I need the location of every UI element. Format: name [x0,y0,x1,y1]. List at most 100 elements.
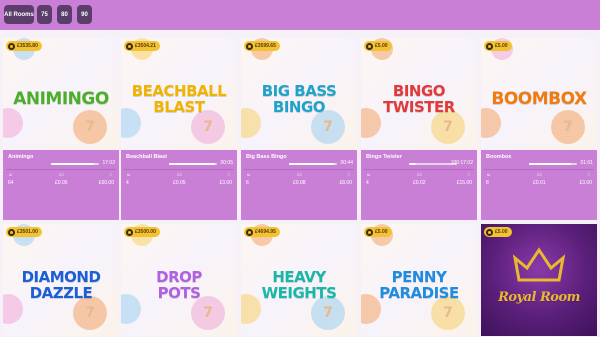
divider [244,169,354,170]
players-count: 64 [8,180,14,186]
countdown-timer: 100:17:02 [450,160,473,166]
room-info-panel: Big Bass Bingo00:44☺6▭£0.08♢£8.00Play No… [241,150,357,220]
divider [6,169,116,170]
person-icon: ☺ [486,172,492,178]
room-name: Boombox [486,154,512,160]
room-artwork[interactable]: 7 BINGO TWISTER £5.00 [361,38,477,150]
trophy-icon: ♢ [466,172,471,178]
jackpot-badge: £5.00 [484,41,512,51]
room-card[interactable]: 7 HEAVY WEIGHTS £4694.95 [241,224,357,337]
jackpot-amount: £3535.80 [17,43,38,49]
ticket-price: £0.08 [293,180,306,186]
room-card[interactable]: 7 DIAMOND DAZZLE £3501.00 [3,224,119,337]
room-info-panel: Beachball Blast00:05☺4▭£0.05♢£3.00Play N… [121,150,237,220]
players-count: 4 [126,180,129,186]
divider [124,169,234,170]
room-card[interactable]: 7 BINGO TWISTER £5.00 Bingo Twister 100:17:02… [361,38,477,220]
game-logo-text: BLAST [153,98,205,116]
room-card[interactable]: 7 BEACHBALL BLAST £3504.21 Beachball Blast 00… [121,38,237,220]
countdown-progress-fill [51,163,95,165]
countdown-timer: 00:44 [340,160,353,166]
game-logo-text: DAZZLE [29,284,93,302]
room-name: Big Bass Bingo [246,154,287,160]
countdown-timer: 17:02 [102,160,115,166]
room-artwork[interactable]: 7 BOOMBOX £5.00 [481,38,597,150]
countdown-timer: 00:05 [220,160,233,166]
room-artwork[interactable]: 7 PENNY PARADISE £5.00 [361,224,477,336]
players-count: 4 [366,180,369,186]
room-artwork[interactable]: Royal Room £5.00 [481,224,597,336]
coin-icon [126,42,133,50]
person-icon: ☺ [8,172,14,178]
countdown-progress-fill [289,163,334,165]
room-artwork[interactable]: 7 HEAVY WEIGHTS £4694.95 [241,224,357,336]
room-info-panel: Bingo Twister100:17:02☺4▭£0.02♢£15.00Pla… [361,150,477,220]
countdown-progress-bar [51,163,99,165]
jackpot-badge: £4694.95 [244,227,280,237]
prize-amount: £60.00 [98,180,114,186]
bingo-ball-icon: 7 [73,110,107,144]
ticket-price: £0.05 [55,180,68,186]
game-logo-text: TWISTER [383,98,455,116]
room-name: Bingo Twister [366,154,402,160]
jackpot-badge: £3535.80 [6,41,42,51]
jackpot-amount: £5.00 [375,43,388,49]
ticket-icon: ▭ [537,172,542,178]
room-artwork[interactable]: 7 BIG BASS BINGO £3599.65 [241,38,357,150]
crown-icon [512,247,566,282]
bingo-ball-icon: 7 [551,110,585,144]
divider [484,169,594,170]
game-logo-text: BINGO [272,98,326,116]
trophy-icon: ♢ [226,172,231,178]
room-card[interactable]: 7 BIG BASS BINGO £3599.65 Big Bass Bingo 00:4… [241,38,357,220]
coin-icon [366,42,373,50]
coin-icon [8,42,15,50]
room-card[interactable]: 7 ANIMINGO £3535.80 Animingo 17:02 ☺ 64 ▭ £0.05 ♢… [3,38,119,220]
room-artwork[interactable]: 7 ANIMINGO £3535.80 [3,38,119,150]
room-artwork[interactable]: 7 BEACHBALL BLAST £3504.21 [121,38,237,150]
prize-amount: £15.00 [456,180,472,186]
jackpot-amount: £3504.21 [135,43,156,49]
players-count: 6 [246,180,249,186]
jackpot-badge: £3504.21 [124,41,160,51]
jackpot-badge: £5.00 [484,227,512,237]
jackpot-badge: £3501.00 [6,227,42,237]
coin-icon [8,228,15,236]
countdown-progress-fill [529,163,572,165]
filter-75-button[interactable]: 75 [37,5,52,24]
room-card[interactable]: 7 PENNY PARADISE £5.00 [361,224,477,337]
jackpot-badge: £3599.65 [244,41,280,51]
ticket-icon: ▭ [417,172,422,178]
filter-80-button[interactable]: 80 [57,5,72,24]
game-logo-text: POTS [157,284,201,302]
room-card[interactable]: Royal Room £5.00 [481,224,597,337]
room-artwork[interactable]: 7 DROP POTS £3500.00 [121,224,237,336]
ticket-icon: ▭ [177,172,182,178]
coin-icon [246,42,253,50]
jackpot-amount: £3501.00 [17,229,38,235]
jackpot-badge: £3500.00 [124,227,160,237]
countdown-progress-fill [169,163,215,165]
coin-icon [246,228,253,236]
game-logo-text: ANIMINGO [13,89,109,109]
countdown-progress-bar [529,163,577,165]
game-logo-text: Royal Room [498,290,580,305]
person-icon: ☺ [126,172,132,178]
jackpot-badge: £5.00 [364,41,392,51]
players-count: 8 [486,180,489,186]
jackpot-badge: £5.00 [364,227,392,237]
room-card[interactable]: 7 DROP POTS £3500.00 [121,224,237,337]
coin-icon [366,228,373,236]
trophy-icon: ♢ [346,172,351,178]
ticket-price: £0.01 [533,180,546,186]
countdown-progress-bar [289,163,337,165]
coin-icon [486,228,493,236]
divider [364,169,474,170]
filter-90-button[interactable]: 90 [77,5,92,24]
bingo-ball-icon [3,108,23,138]
room-card[interactable]: 7BOOMBOX£5.00Boombox01:01☺8▭£0.01♢£3.00P… [481,38,597,220]
room-artwork[interactable]: 7 DIAMOND DAZZLE £3501.00 [3,224,119,336]
filter-all-rooms-button[interactable]: All Rooms [4,5,34,24]
jackpot-amount: £4694.95 [255,229,276,235]
person-icon: ☺ [246,172,252,178]
